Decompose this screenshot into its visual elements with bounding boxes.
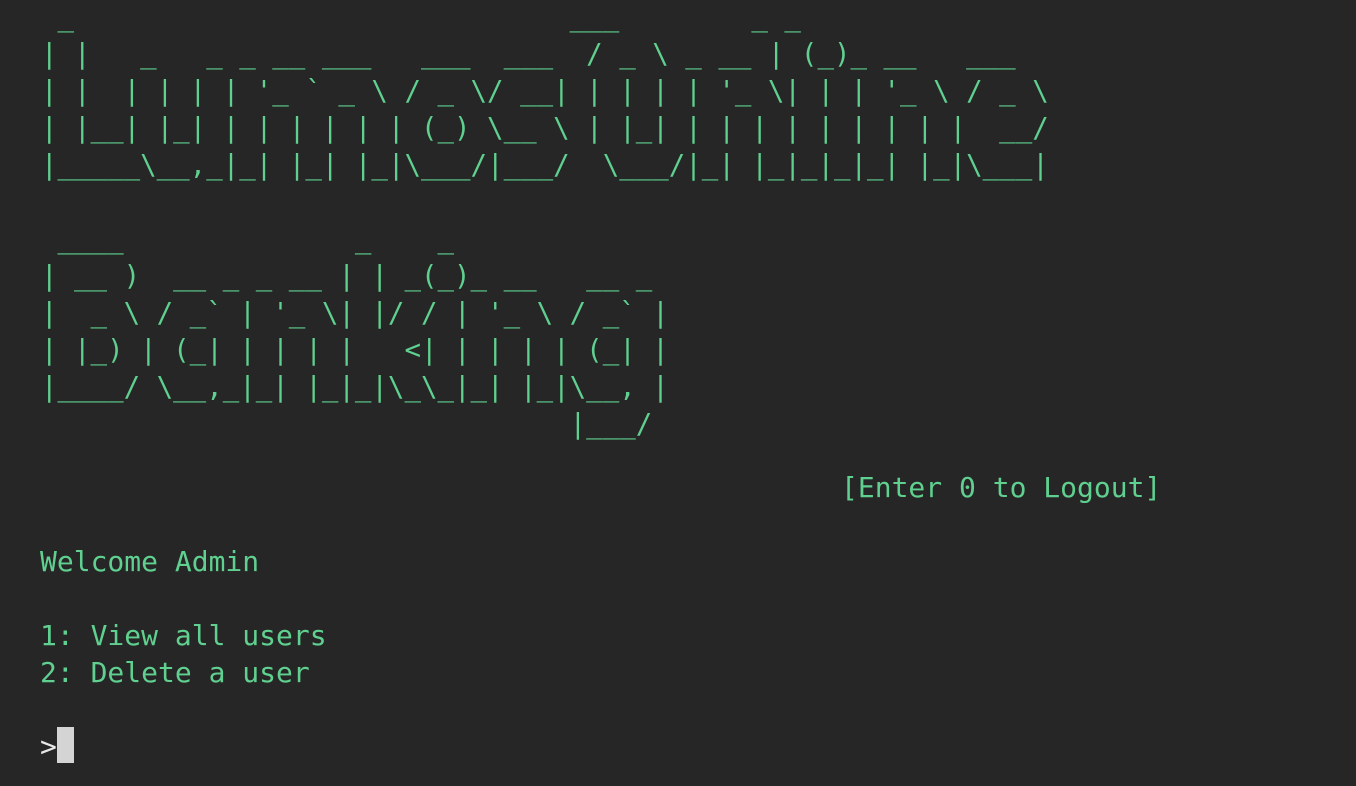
logout-hint: [Enter 0 to Logout] xyxy=(841,471,1162,504)
admin-menu: 1: View all users 2: Delete a user xyxy=(40,617,327,691)
banner-ascii-banking: ____ _ _ | __ ) __ _ _ __ | | _(_)_ __ _… xyxy=(41,222,669,440)
welcome-message: Welcome Admin xyxy=(40,545,260,578)
menu-item-view-all-users: 1: View all users xyxy=(40,619,327,652)
text-cursor[interactable] xyxy=(57,727,74,763)
menu-item-delete-user: 2: Delete a user xyxy=(40,656,310,689)
terminal-window[interactable]: _ ___ _ _ | | _ _ _ __ ___ ___ ___ / _ \… xyxy=(0,0,1356,786)
input-prompt-symbol: > xyxy=(40,730,57,763)
banner-ascii-lumos-online: _ ___ _ _ | | _ _ _ __ ___ ___ ___ / _ \… xyxy=(41,0,1049,181)
